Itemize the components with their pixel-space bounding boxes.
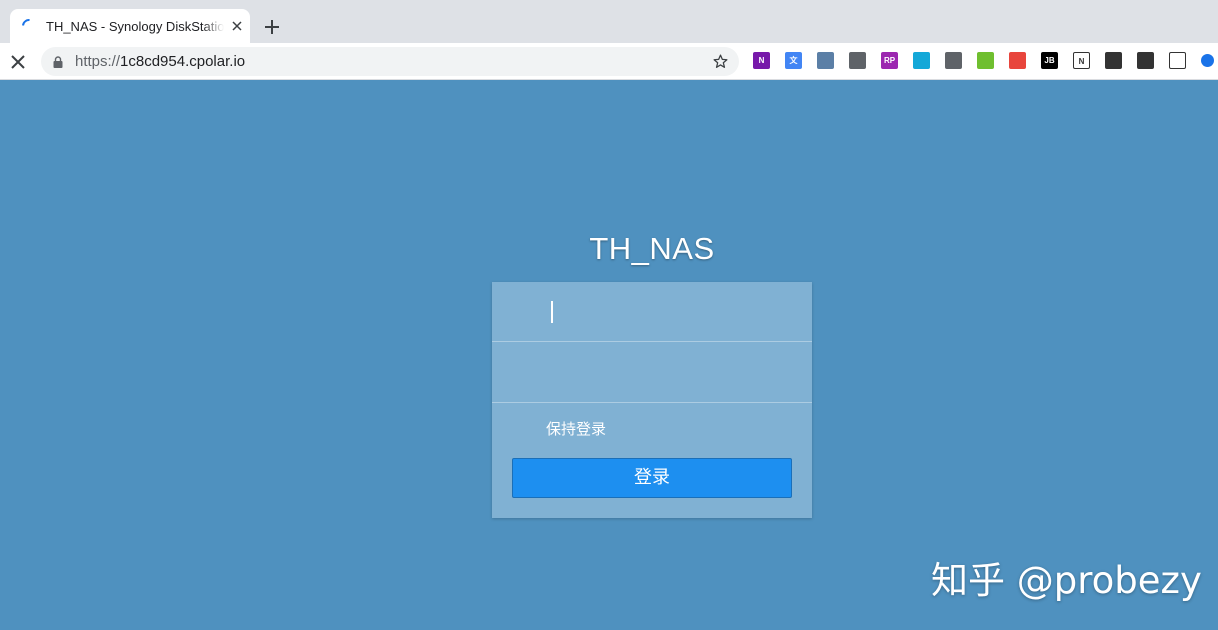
- new-tab-icon[interactable]: [262, 17, 282, 37]
- hand-extension-icon[interactable]: [945, 52, 962, 69]
- lock-icon[interactable]: [53, 55, 63, 68]
- remember-me-checkbox[interactable]: 保持登录: [546, 418, 606, 439]
- watermark-text: 知乎 @probezy: [931, 559, 1202, 602]
- close-tab-icon[interactable]: [230, 19, 244, 33]
- loading-spinner-icon: [19, 16, 39, 36]
- extension-globe-icon[interactable]: [817, 52, 834, 69]
- url-text[interactable]: https://1c8cd954.cpolar.io: [75, 53, 245, 70]
- bookmark-star-icon[interactable]: [712, 53, 729, 70]
- text-caret: [551, 301, 553, 323]
- extension-mask-icon[interactable]: [849, 52, 866, 69]
- qr-code-icon-2[interactable]: [1137, 52, 1154, 69]
- tab-strip: TH_NAS - Synology DiskStation: [0, 0, 1218, 43]
- qr-code-icon[interactable]: [1105, 52, 1122, 69]
- notion-icon[interactable]: N: [1073, 52, 1090, 69]
- server-name-title: TH_NAS: [589, 231, 715, 266]
- stop-loading-icon[interactable]: [9, 53, 27, 71]
- browser-toolbar: https://1c8cd954.cpolar.io N 文 RP JB N: [0, 43, 1218, 80]
- translate-icon[interactable]: 文: [785, 52, 802, 69]
- jetbrains-icon[interactable]: JB: [1041, 52, 1058, 69]
- rp-icon[interactable]: RP: [881, 52, 898, 69]
- username-input[interactable]: [544, 296, 794, 328]
- tab-title: TH_NAS - Synology DiskStation: [46, 18, 224, 34]
- username-field-row: [492, 282, 812, 342]
- refresh-extension-icon[interactable]: [913, 52, 930, 69]
- password-input[interactable]: [544, 357, 794, 389]
- login-form: 保持登录 登录: [492, 282, 812, 518]
- browser-tab[interactable]: TH_NAS - Synology DiskStation: [10, 9, 250, 43]
- onenote-icon[interactable]: N: [753, 52, 770, 69]
- address-bar[interactable]: https://1c8cd954.cpolar.io: [41, 47, 739, 76]
- login-button[interactable]: 登录: [512, 458, 792, 498]
- shield-extension-icon[interactable]: [1169, 52, 1186, 69]
- download-extension-icon[interactable]: [977, 52, 994, 69]
- login-page: TH_NAS 保持登录 登录 知乎 @probezy: [0, 80, 1218, 630]
- asterisk-extension-icon[interactable]: [1009, 52, 1026, 69]
- check-extension-icon[interactable]: [1201, 54, 1214, 67]
- password-field-row: [492, 343, 812, 403]
